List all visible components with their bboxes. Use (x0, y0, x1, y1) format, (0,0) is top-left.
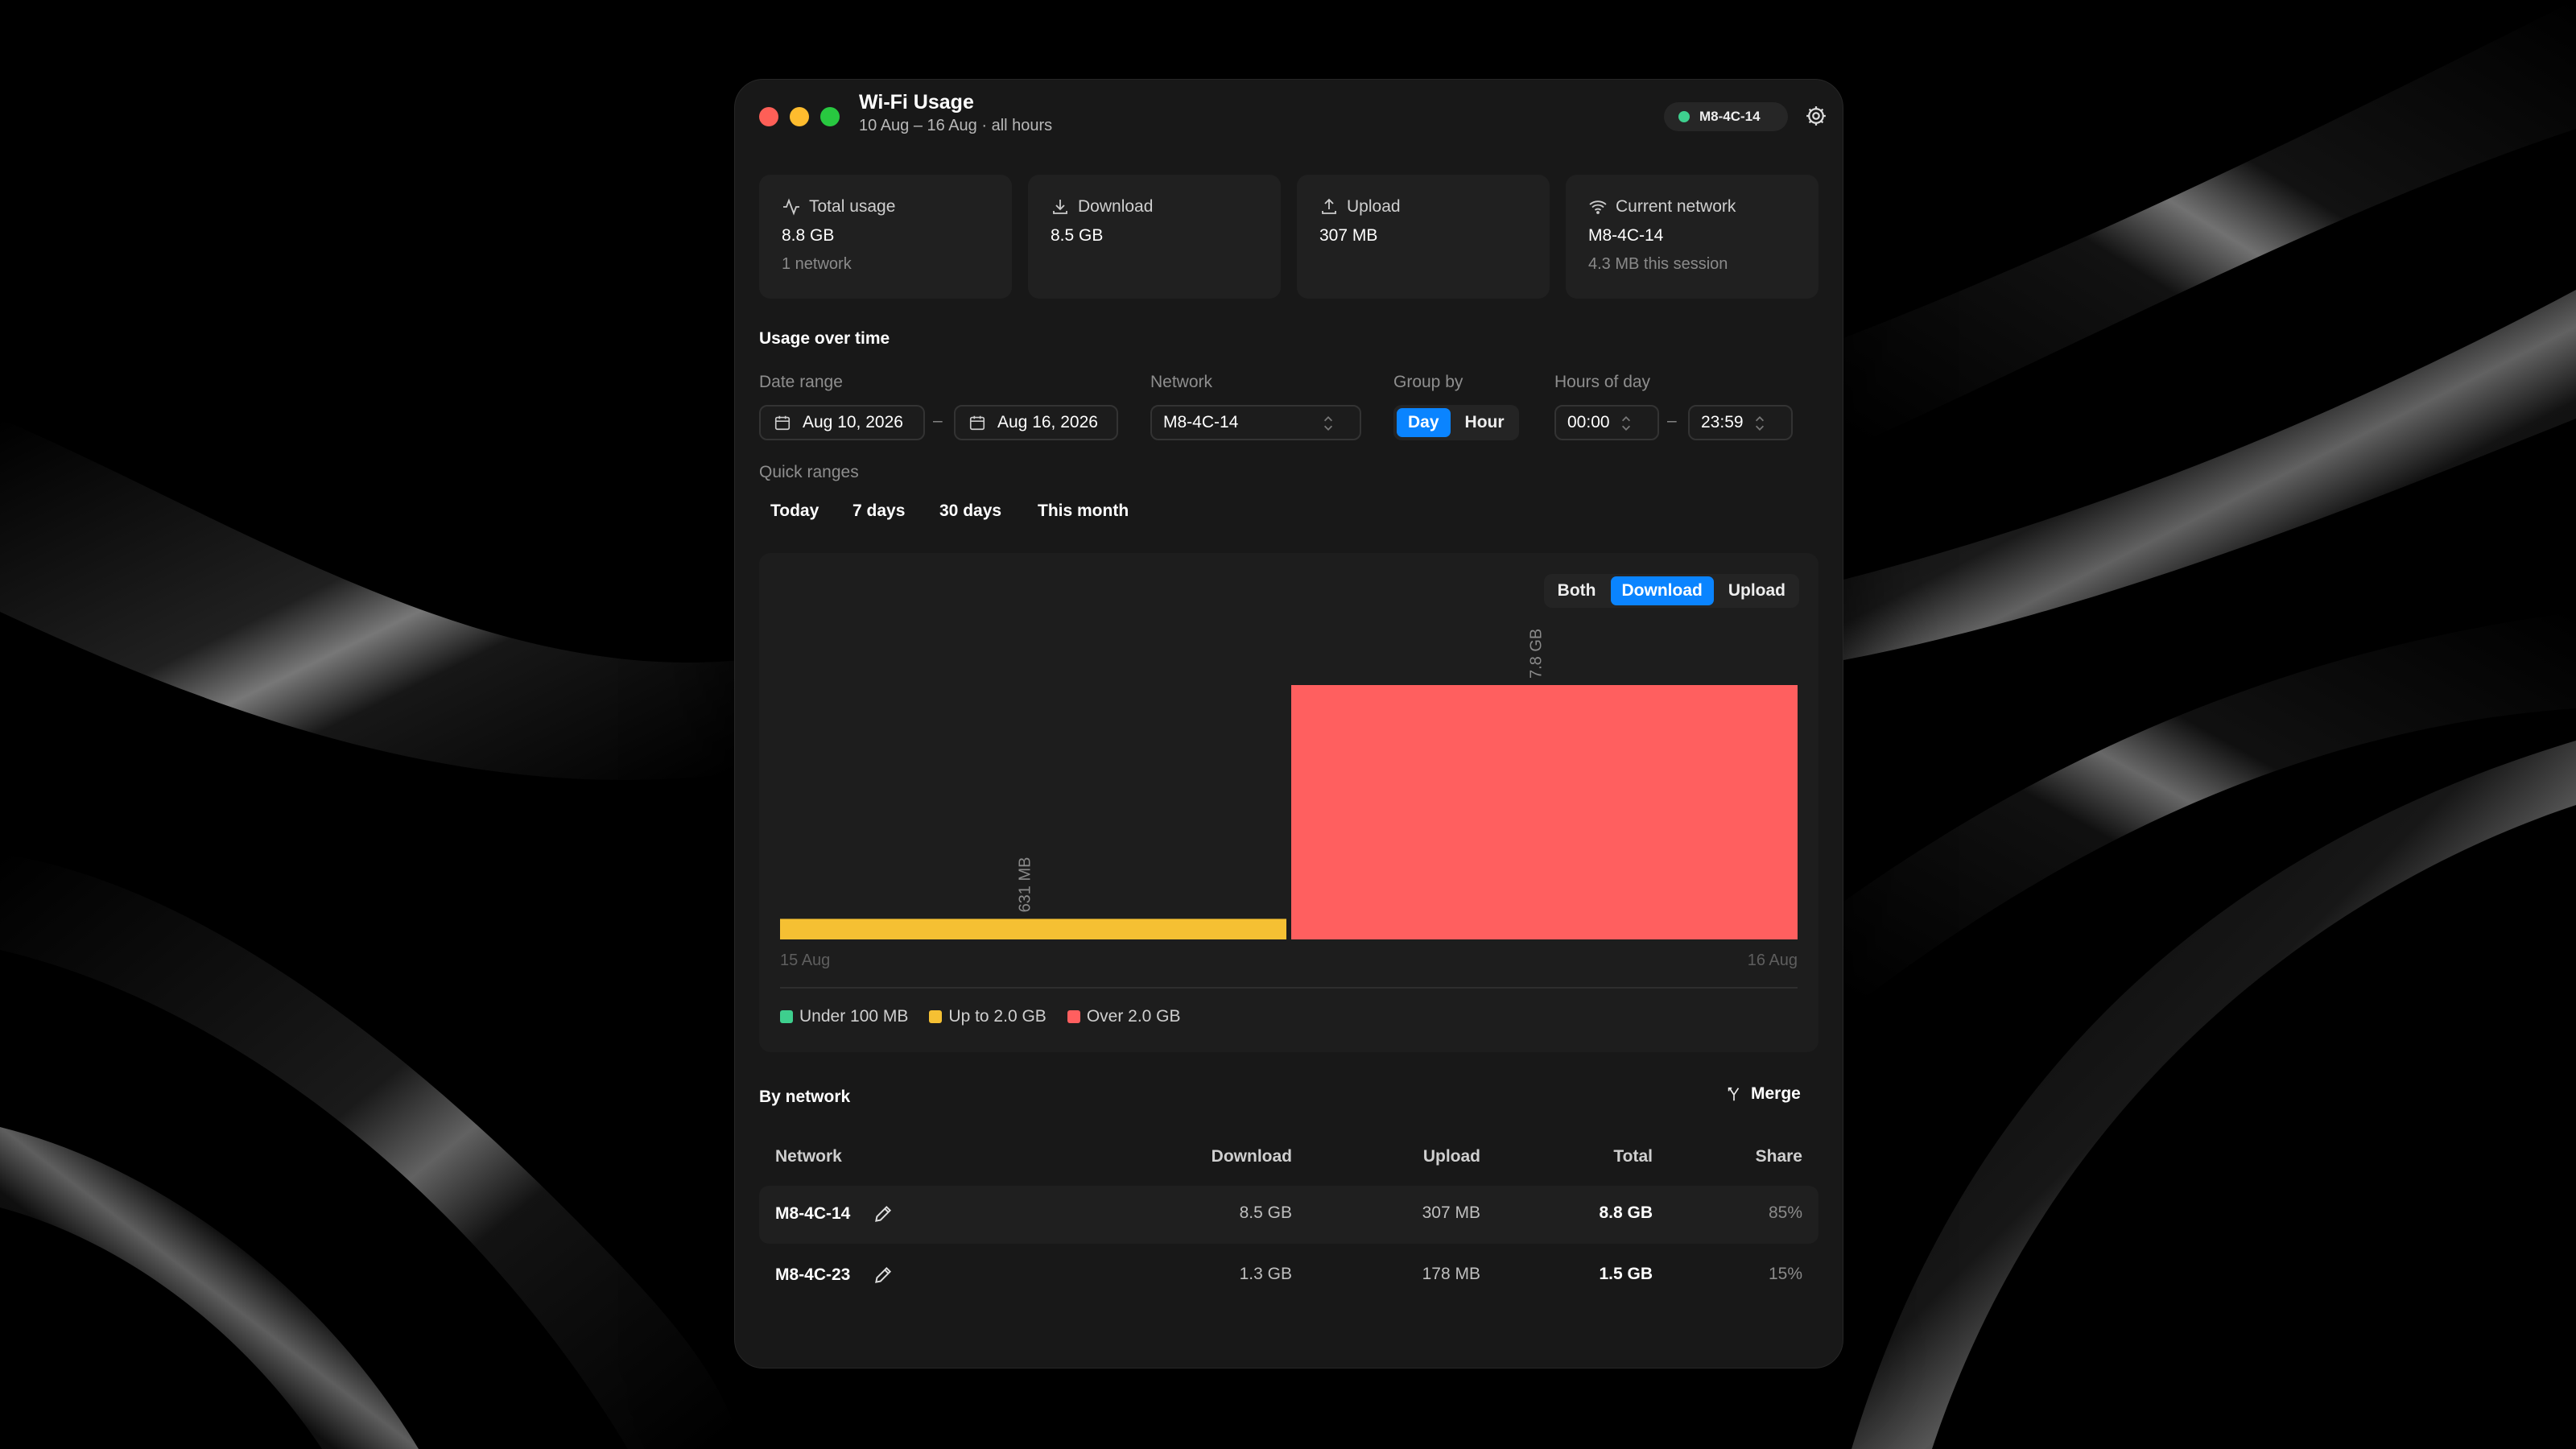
pencil-icon[interactable] (873, 1265, 894, 1286)
date-end-field[interactable]: Aug 16, 2026 (954, 405, 1118, 440)
legend-item-over-2gb: Over 2.0 GB (1067, 1007, 1181, 1026)
current-network-pill[interactable]: M8-4C-14 (1664, 102, 1788, 131)
chart-download-option[interactable]: Download (1610, 576, 1714, 605)
by-network-title: By network (759, 1088, 851, 1106)
chart-data-label-1: 631 MB (1017, 857, 1034, 912)
column-header-share: Share (1755, 1147, 1802, 1166)
zoom-window-button[interactable] (820, 107, 840, 126)
activity-icon (783, 198, 799, 216)
row-total: 8.8 GB (1599, 1203, 1653, 1222)
quick-ranges-label: Quick ranges (759, 463, 859, 481)
connected-status-dot (1678, 111, 1690, 122)
hours-end-value: 23:59 (1701, 413, 1744, 431)
updown-chevron-icon (1621, 416, 1631, 431)
row-total: 1.5 GB (1599, 1265, 1653, 1283)
network-select[interactable]: M8-4C-14 (1150, 405, 1361, 440)
quick-range-today[interactable]: Today (770, 502, 819, 521)
group-by-day-option[interactable]: Day (1397, 408, 1451, 437)
total-usage-value: 8.8 GB (782, 226, 835, 245)
hours-of-day-label: Hours of day (1554, 373, 1651, 391)
quick-range-7-days[interactable]: 7 days (852, 502, 905, 521)
row-share: 85% (1768, 1203, 1802, 1222)
row-upload: 178 MB (1422, 1265, 1480, 1283)
window-subtitle: 10 Aug – 16 Aug · all hours (859, 117, 1053, 134)
minimize-window-button[interactable] (790, 107, 809, 126)
table-row[interactable]: M8-4C-23 1.3 GB 178 MB 1.5 GB 15% (759, 1247, 1818, 1305)
pencil-icon[interactable] (873, 1203, 894, 1224)
close-window-button[interactable] (759, 107, 778, 126)
x-tick-label-1: 15 Aug (780, 952, 830, 969)
updown-chevron-icon (1755, 416, 1765, 431)
title-bar: Wi-Fi Usage 10 Aug – 16 Aug · all hours … (735, 80, 1843, 144)
chart-data-label-2: 7.8 GB (1528, 629, 1546, 679)
hours-end-field[interactable]: 23:59 (1688, 405, 1793, 440)
current-network-card: Current network M8-4C-14 4.3 MB this ses… (1566, 175, 1818, 299)
current-network-session: 4.3 MB this session (1588, 255, 1728, 273)
hours-start-value: 00:00 (1567, 413, 1610, 431)
usage-over-time-title: Usage over time (759, 329, 890, 348)
app-window: Wi-Fi Usage 10 Aug – 16 Aug · all hours … (734, 79, 1843, 1368)
network-select-value: M8-4C-14 (1163, 413, 1239, 431)
upload-value: 307 MB (1319, 226, 1378, 245)
group-by-segmented-control: Day Hour (1393, 405, 1519, 440)
table-row[interactable]: M8-4C-14 8.5 GB 307 MB 8.8 GB 85% (759, 1186, 1818, 1244)
download-label: Download (1078, 197, 1154, 216)
download-card: Download 8.5 GB (1028, 175, 1281, 299)
date-range-separator: – (933, 411, 943, 430)
date-end-value: Aug 16, 2026 (997, 413, 1098, 431)
calendar-icon (969, 415, 985, 431)
legend-item-up-to-2gb: Up to 2.0 GB (929, 1007, 1046, 1026)
column-header-total: Total (1613, 1147, 1653, 1166)
legend-item-under-100mb: Under 100 MB (780, 1007, 908, 1026)
summary-cards: Total usage 8.8 GB 1 network Download 8.… (759, 175, 1818, 299)
upload-card: Upload 307 MB (1297, 175, 1550, 299)
quick-range-30-days[interactable]: 30 days (939, 502, 1001, 521)
hours-start-field[interactable]: 00:00 (1554, 405, 1659, 440)
row-share: 15% (1768, 1265, 1802, 1283)
updown-chevron-icon (1323, 416, 1333, 431)
download-icon (1053, 200, 1067, 214)
chart-upload-option[interactable]: Upload (1717, 576, 1797, 605)
chart-bar-2[interactable] (1291, 685, 1798, 939)
row-network-name: M8-4C-14 (775, 1204, 851, 1223)
hours-range-separator: – (1667, 411, 1677, 430)
download-value: 8.5 GB (1051, 226, 1104, 245)
current-network-label: Current network (1616, 197, 1736, 216)
row-download: 1.3 GB (1239, 1265, 1292, 1283)
merge-button[interactable]: Merge (1725, 1084, 1801, 1104)
group-by-label: Group by (1393, 373, 1463, 391)
chart-both-option[interactable]: Both (1546, 576, 1608, 605)
network-label: Network (1150, 373, 1213, 391)
date-range-label: Date range (759, 373, 843, 391)
row-download: 8.5 GB (1239, 1203, 1292, 1222)
chart-direction-segmented-control: Both Download Upload (1543, 574, 1799, 608)
column-header-network: Network (775, 1147, 842, 1166)
date-start-field[interactable]: Aug 10, 2026 (759, 405, 925, 440)
chart-bar-1[interactable] (780, 919, 1286, 939)
gear-icon[interactable] (1804, 104, 1828, 128)
usage-bar-chart: 631 MB 7.8 GB 15 Aug 16 Aug (780, 629, 1798, 989)
chart-legend: Under 100 MB Up to 2.0 GB Over 2.0 GB (780, 1007, 1181, 1026)
quick-range-this-month[interactable]: This month (1038, 502, 1129, 521)
usage-chart-panel: 631 MB 7.8 GB 15 Aug 16 Aug Both Download U… (759, 553, 1818, 1052)
calendar-icon (774, 415, 791, 431)
date-start-value: Aug 10, 2026 (803, 413, 903, 431)
column-header-download: Download (1211, 1147, 1292, 1166)
merge-icon (1728, 1087, 1740, 1101)
current-network-pill-label: M8-4C-14 (1699, 109, 1761, 124)
wifi-icon (1589, 200, 1607, 214)
total-usage-sub: 1 network (782, 255, 852, 273)
total-usage-card: Total usage 8.8 GB 1 network (759, 175, 1012, 299)
upload-label: Upload (1347, 197, 1401, 216)
group-by-hour-option[interactable]: Hour (1454, 408, 1516, 437)
window-title: Wi-Fi Usage (859, 91, 974, 114)
total-usage-label: Total usage (809, 197, 896, 216)
merge-button-label: Merge (1751, 1084, 1801, 1103)
upload-icon (1322, 198, 1336, 214)
current-network-value: M8-4C-14 (1588, 226, 1664, 245)
column-header-upload: Upload (1422, 1147, 1480, 1166)
x-tick-label-2: 16 Aug (1748, 952, 1798, 969)
row-upload: 307 MB (1422, 1203, 1480, 1222)
row-network-name: M8-4C-23 (775, 1265, 851, 1284)
